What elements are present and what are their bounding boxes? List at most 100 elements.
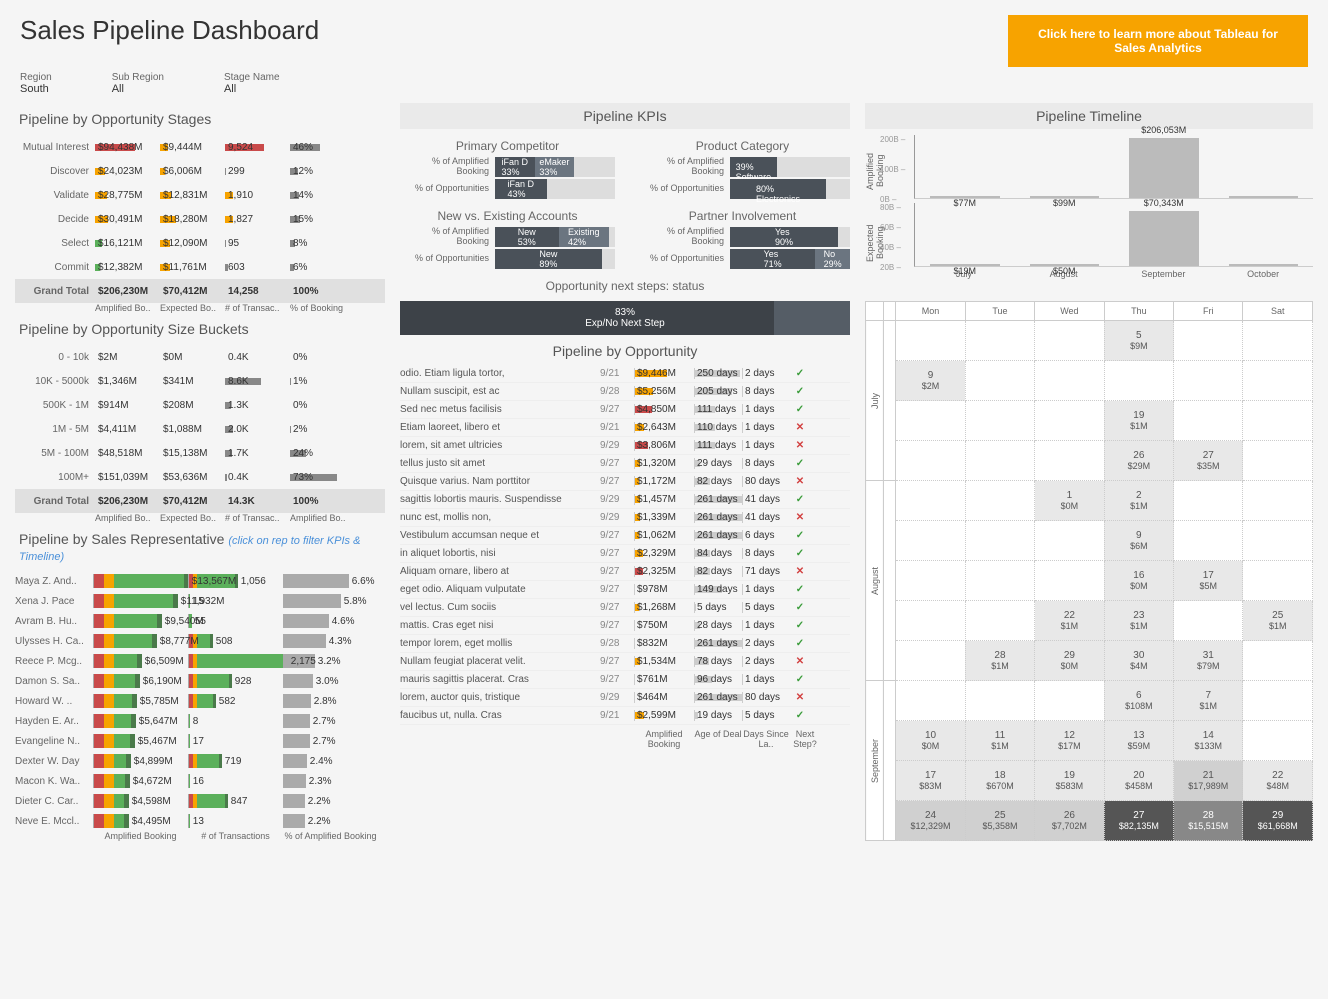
stage-row[interactable]: Mutual Interest $94,438M $9,444M 9,524 4… — [15, 135, 385, 159]
calendar-cell[interactable]: 7$1M — [1174, 681, 1243, 721]
check-icon: ✓ — [790, 710, 810, 721]
reps-table[interactable]: Maya Z. And.. $13,567M 1,056 6.6% Xena J… — [15, 571, 385, 831]
calendar-cell[interactable]: 20$458M — [1104, 761, 1173, 801]
calendar-cell[interactable]: 25$5,358M — [965, 801, 1034, 841]
check-icon: ✓ — [790, 404, 810, 415]
calendar-cell[interactable]: 28$15,515M — [1174, 801, 1243, 841]
opportunity-row[interactable]: mauris sagittis placerat. Cras9/27 $761M… — [400, 671, 850, 689]
calendar-cell[interactable]: 1$0M — [1035, 481, 1104, 521]
opportunity-row[interactable]: Quisque varius. Nam porttitor9/27 $1,172… — [400, 473, 850, 491]
filter-region[interactable]: RegionSouth — [20, 72, 52, 95]
calendar-cell[interactable]: 28$1M — [965, 641, 1034, 681]
calendar-cell[interactable]: 12$17M — [1035, 721, 1104, 761]
learn-more-banner[interactable]: Click here to learn more about Tableau f… — [1008, 15, 1308, 67]
timeline-chart[interactable]: Amplified Booking Expected Booking 200B … — [865, 135, 1313, 295]
opportunity-row[interactable]: in aliquet lobortis, nisi9/27 $2,329M 84… — [400, 545, 850, 563]
rep-row[interactable]: Evangeline N.. $5,467M 17 2.7% — [15, 731, 385, 751]
calendar-cell[interactable]: 17$5M — [1174, 561, 1243, 601]
check-icon: ✓ — [790, 674, 810, 685]
page-title: Sales Pipeline Dashboard — [20, 15, 319, 46]
calendar-cell[interactable]: 23$1M — [1104, 601, 1173, 641]
stage-row[interactable]: Validate $28,775M $12,831M 1,910 14% — [15, 183, 385, 207]
sizes-table[interactable]: 0 - 10k $2M $0M 0.4K 0% 10K - 5000k $1,3… — [15, 345, 385, 513]
stage-row[interactable]: Discover $24,023M $6,006M 299 12% — [15, 159, 385, 183]
calendar-cell[interactable]: 14$133M — [1174, 721, 1243, 761]
calendar[interactable]: MonTueWedThuFriSatJuly5$9M9$2M19$1M26$29… — [865, 301, 1313, 841]
calendar-cell[interactable]: 16$0M — [1104, 561, 1173, 601]
rep-row[interactable]: Macon K. Wa.. $4,672M 16 2.3% — [15, 771, 385, 791]
kpis-header: Pipeline KPIs — [400, 103, 850, 129]
opportunity-row[interactable]: Sed nec metus facilisis9/27 $4,850M 111 … — [400, 401, 850, 419]
rep-row[interactable]: Dieter C. Car.. $4,598M 847 2.2% — [15, 791, 385, 811]
rep-row[interactable]: Maya Z. And.. $13,567M 1,056 6.6% — [15, 571, 385, 591]
opportunity-row[interactable]: faucibus ut, nulla. Cras9/21 $2,599M 19 … — [400, 707, 850, 725]
calendar-cell[interactable]: 31$79M — [1174, 641, 1243, 681]
opportunity-row[interactable]: lorem, sit amet ultricies9/29 $3,806M 11… — [400, 437, 850, 455]
calendar-cell[interactable]: 6$108M — [1104, 681, 1173, 721]
opportunity-row[interactable]: Vestibulum accumsan neque et9/27 $1,062M… — [400, 527, 850, 545]
next-status-bar[interactable]: 83% Exp/No Next Step — [400, 301, 850, 335]
calendar-cell[interactable]: 11$1M — [965, 721, 1034, 761]
rep-row[interactable]: Ulysses H. Ca.. $8,777M 508 4.3% — [15, 631, 385, 651]
opps-title: Pipeline by Opportunity — [400, 343, 850, 359]
calendar-cell[interactable]: 9$6M — [1104, 521, 1173, 561]
calendar-cell[interactable]: 5$9M — [1104, 321, 1173, 361]
opportunity-row[interactable]: tellus justo sit amet9/27 $1,320M 29 day… — [400, 455, 850, 473]
size-row[interactable]: 100M+ $151,039M $53,636M 0.4K 73% — [15, 465, 385, 489]
opportunity-row[interactable]: odio. Etiam ligula tortor,9/21 $9,446M 2… — [400, 365, 850, 383]
rep-row[interactable]: Avram B. Hu.. $9,540M 55 4.6% — [15, 611, 385, 631]
x-icon: ✕ — [790, 566, 810, 577]
calendar-cell[interactable]: 22$48M — [1243, 761, 1313, 801]
stage-row[interactable]: Select $16,121M $12,090M 95 8% — [15, 231, 385, 255]
calendar-cell[interactable]: 29$0M — [1035, 641, 1104, 681]
calendar-cell[interactable]: 2$1M — [1104, 481, 1173, 521]
opportunity-row[interactable]: Nullam suscipit, est ac9/28 $5,256M 205 … — [400, 383, 850, 401]
rep-row[interactable]: Xena J. Pace $11,932M 15 5.8% — [15, 591, 385, 611]
stages-table[interactable]: Mutual Interest $94,438M $9,444M 9,524 4… — [15, 135, 385, 303]
size-row[interactable]: 5M - 100M $48,518M $15,138M 1.7K 24% — [15, 441, 385, 465]
rep-row[interactable]: Damon S. Sa.. $6,190M 928 3.0% — [15, 671, 385, 691]
calendar-cell[interactable]: 18$670M — [965, 761, 1034, 801]
calendar-cell[interactable]: 26$29M — [1104, 441, 1173, 481]
opportunity-row[interactable]: sagittis lobortis mauris. Suspendisse9/2… — [400, 491, 850, 509]
stage-row[interactable]: Commit $12,382M $11,761M 603 6% — [15, 255, 385, 279]
size-row[interactable]: 0 - 10k $2M $0M 0.4K 0% — [15, 345, 385, 369]
calendar-cell[interactable]: 22$1M — [1035, 601, 1104, 641]
opportunity-row[interactable]: mattis. Cras eget nisi9/27 $750M 28 days… — [400, 617, 850, 635]
opportunity-table[interactable]: odio. Etiam ligula tortor,9/21 $9,446M 2… — [400, 365, 850, 725]
rep-row[interactable]: Neve E. Mccl.. $4,495M 13 2.2% — [15, 811, 385, 831]
calendar-cell[interactable]: 9$2M — [896, 361, 965, 401]
calendar-cell[interactable]: 13$59M — [1104, 721, 1173, 761]
calendar-cell[interactable]: 19$583M — [1035, 761, 1104, 801]
calendar-cell[interactable]: 30$4M — [1104, 641, 1173, 681]
calendar-cell[interactable]: 10$0M — [896, 721, 965, 761]
calendar-cell[interactable]: 27$35M — [1174, 441, 1243, 481]
opportunity-row[interactable]: vel lectus. Cum sociis9/27 $1,268M 5 day… — [400, 599, 850, 617]
opportunity-row[interactable]: tempor lorem, eget mollis9/28 $832M 261 … — [400, 635, 850, 653]
calendar-cell[interactable]: 24$12,329M — [896, 801, 965, 841]
opportunity-row[interactable]: lorem, auctor quis, tristique9/29 $464M … — [400, 689, 850, 707]
rep-row[interactable]: Reece P. Mcg.. $6,509M 2,175 3.2% — [15, 651, 385, 671]
rep-row[interactable]: Dexter W. Day $4,899M 719 2.4% — [15, 751, 385, 771]
filter-stage[interactable]: Stage NameAll — [224, 72, 280, 95]
opportunity-row[interactable]: eget odio. Aliquam vulputate9/27 $978M 1… — [400, 581, 850, 599]
size-row[interactable]: 500K - 1M $914M $208M 1.3K 0% — [15, 393, 385, 417]
filter-subregion[interactable]: Sub RegionAll — [112, 72, 164, 95]
size-row[interactable]: 1M - 5M $4,411M $1,088M 2.0K 2% — [15, 417, 385, 441]
calendar-cell[interactable]: 27$82,135M — [1104, 801, 1173, 841]
calendar-cell[interactable]: 26$7,702M — [1035, 801, 1104, 841]
calendar-cell[interactable]: 17$83M — [896, 761, 965, 801]
rep-row[interactable]: Howard W. .. $5,785M 582 2.8% — [15, 691, 385, 711]
calendar-cell[interactable]: 29$61,668M — [1243, 801, 1313, 841]
opportunity-row[interactable]: Nullam feugiat placerat velit.9/27 $1,53… — [400, 653, 850, 671]
x-icon: ✕ — [790, 656, 810, 667]
opportunity-row[interactable]: nunc est, mollis non,9/29 $1,339M 261 da… — [400, 509, 850, 527]
calendar-cell[interactable]: 21$17,989M — [1174, 761, 1243, 801]
calendar-cell[interactable]: 25$1M — [1243, 601, 1313, 641]
rep-row[interactable]: Hayden E. Ar.. $5,647M 8 2.7% — [15, 711, 385, 731]
stage-row[interactable]: Decide $30,491M $18,280M 1,827 15% — [15, 207, 385, 231]
opportunity-row[interactable]: Etiam laoreet, libero et9/21 $2,643M 110… — [400, 419, 850, 437]
size-row[interactable]: 10K - 5000k $1,346M $341M 8.6K 1% — [15, 369, 385, 393]
calendar-cell[interactable]: 19$1M — [1104, 401, 1173, 441]
opportunity-row[interactable]: Aliquam ornare, libero at9/27 $2,325M 82… — [400, 563, 850, 581]
